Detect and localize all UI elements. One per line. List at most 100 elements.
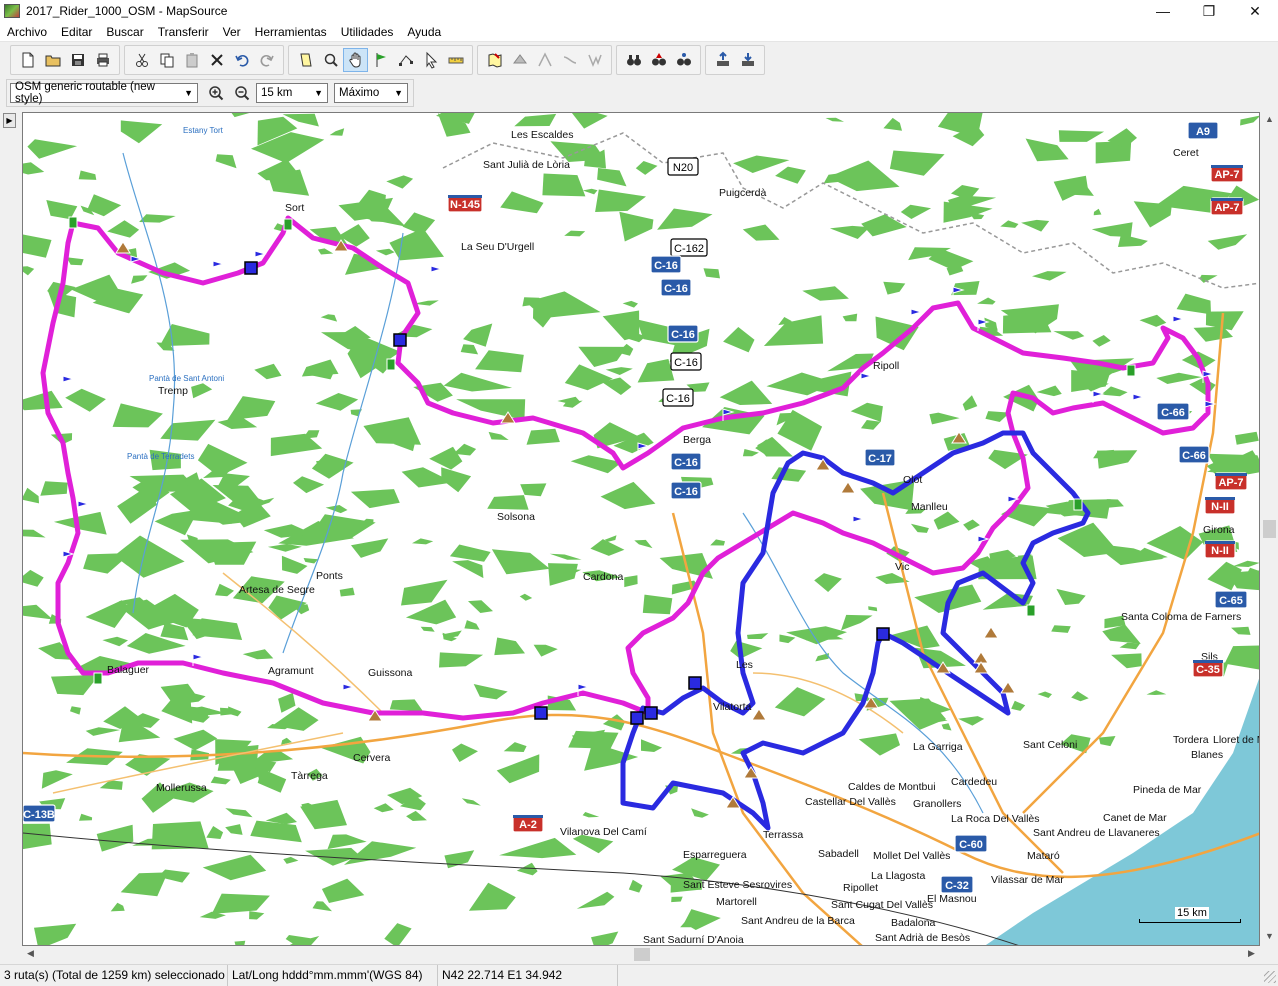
print-icon[interactable] xyxy=(90,48,115,72)
map-product-select[interactable]: OSM generic routable (new style) ▼ xyxy=(10,81,198,105)
scroll-right-icon[interactable]: ▶ xyxy=(1245,948,1258,961)
scroll-thumb[interactable] xyxy=(634,948,650,961)
forest-patch xyxy=(107,220,140,238)
place-label: Cardona xyxy=(583,571,623,583)
join-track-icon[interactable] xyxy=(557,48,582,72)
distance-ruler-icon[interactable] xyxy=(443,48,468,72)
road-shield: C-65 xyxy=(1214,590,1248,609)
expand-sidebar-icon[interactable]: ▶ xyxy=(3,113,16,128)
hand-pan-icon[interactable] xyxy=(343,48,368,72)
fuel-station-icon[interactable] xyxy=(68,216,78,229)
pointer-icon[interactable] xyxy=(418,48,443,72)
fuel-station-icon[interactable] xyxy=(1073,498,1083,511)
fuel-station-icon[interactable] xyxy=(93,672,103,685)
summit-icon[interactable] xyxy=(743,766,759,779)
menu-buscar[interactable]: Buscar xyxy=(99,22,150,42)
map-view[interactable]: Les Escaldes Sant Julià de Lòria Puigcerdà… xyxy=(22,112,1260,946)
erase-track-icon[interactable] xyxy=(507,48,532,72)
redo-icon[interactable] xyxy=(254,48,279,72)
map-canvas[interactable]: Les Escaldes Sant Julià de Lòria Puigcerdà… xyxy=(23,113,1260,946)
fuel-station-icon[interactable] xyxy=(1026,604,1036,617)
map-edit-icon[interactable] xyxy=(482,48,507,72)
menu-ayuda[interactable]: Ayuda xyxy=(400,22,448,42)
waypoint-flag-icon[interactable] xyxy=(430,265,443,278)
route-point-icon[interactable] xyxy=(644,706,658,720)
summit-icon[interactable] xyxy=(751,708,767,721)
place-label: Tàrrega xyxy=(291,770,328,782)
delete-icon[interactable] xyxy=(204,48,229,72)
fuel-station-icon[interactable] xyxy=(1126,364,1136,377)
route-tool-icon[interactable] xyxy=(393,48,418,72)
summit-icon[interactable] xyxy=(840,481,856,494)
scroll-left-icon[interactable]: ◀ xyxy=(24,948,37,961)
forest-patch xyxy=(41,770,73,789)
waypoint-flag-icon[interactable] xyxy=(342,683,355,696)
summit-icon[interactable] xyxy=(1000,681,1016,694)
divide-track-icon[interactable] xyxy=(532,48,557,72)
scroll-down-icon[interactable]: ▼ xyxy=(1263,931,1276,944)
zoom-out-icon[interactable] xyxy=(230,82,254,104)
minimize-button[interactable]: — xyxy=(1140,0,1186,22)
receive-from-device-icon[interactable] xyxy=(710,48,735,72)
place-label: Sant Andreu de Llavaneres xyxy=(1033,827,1160,839)
forest-patch xyxy=(533,644,558,657)
summit-icon[interactable] xyxy=(983,626,999,639)
vertical-scrollbar[interactable]: ▲ ▼ xyxy=(1261,112,1278,946)
route-point-icon[interactable] xyxy=(393,333,407,347)
waypoint-flag-icon[interactable] xyxy=(860,372,873,385)
waypoint-flag-icon[interactable] xyxy=(368,48,393,72)
summit-icon[interactable] xyxy=(115,241,131,254)
filter-track-icon[interactable] xyxy=(582,48,607,72)
forest-patch xyxy=(202,854,267,881)
send-to-device-icon[interactable] xyxy=(735,48,760,72)
find-binoculars-icon[interactable] xyxy=(621,48,646,72)
zoom-scale-select[interactable]: 15 km ▼ xyxy=(256,83,328,103)
menu-utilidades[interactable]: Utilidades xyxy=(334,22,401,42)
close-button[interactable]: ✕ xyxy=(1232,0,1278,22)
cut-icon[interactable] xyxy=(129,48,154,72)
forest-patch xyxy=(602,310,640,341)
route-point-icon[interactable] xyxy=(688,676,702,690)
place-label: El Masnou xyxy=(927,893,977,905)
find-nearest-icon[interactable] xyxy=(671,48,696,72)
save-icon[interactable] xyxy=(65,48,90,72)
resize-grip-icon[interactable] xyxy=(1264,971,1276,983)
waypoint-flag-icon[interactable] xyxy=(852,515,865,528)
waypoint-flag-icon[interactable] xyxy=(1132,393,1145,406)
place-label: Sant Sadurní D'Anoia xyxy=(643,934,744,946)
detail-level-select[interactable]: Máximo ▼ xyxy=(334,83,408,103)
menu-editar[interactable]: Editar xyxy=(54,22,99,42)
forest-patch xyxy=(102,636,128,647)
waypoint-flag-icon[interactable] xyxy=(77,500,90,513)
menu-ver[interactable]: Ver xyxy=(216,22,248,42)
zoom-tool-icon[interactable] xyxy=(318,48,343,72)
open-folder-icon[interactable] xyxy=(40,48,65,72)
place-label: Caldes de Montbui xyxy=(848,781,936,793)
route-point-icon[interactable] xyxy=(630,711,644,725)
horizontal-scrollbar[interactable]: ◀ ▶ xyxy=(22,946,1260,963)
new-file-icon[interactable] xyxy=(15,48,40,72)
route-point-icon[interactable] xyxy=(244,261,258,275)
fuel-station-icon[interactable] xyxy=(386,358,396,371)
copy-icon[interactable] xyxy=(154,48,179,72)
zoom-in-icon[interactable] xyxy=(204,82,228,104)
menu-transferir[interactable]: Transferir xyxy=(151,22,216,42)
undo-icon[interactable] xyxy=(229,48,254,72)
waypoint-flag-icon[interactable] xyxy=(62,375,75,388)
route-point-icon[interactable] xyxy=(876,627,890,641)
route-point-icon[interactable] xyxy=(534,706,548,720)
forest-patch xyxy=(516,862,538,876)
waypoint-flag-icon[interactable] xyxy=(1172,315,1185,328)
maximize-button[interactable]: ❐ xyxy=(1186,0,1232,22)
scroll-up-icon[interactable]: ▲ xyxy=(1263,114,1276,127)
waypoint-flag-icon[interactable] xyxy=(212,260,225,273)
fuel-station-icon[interactable] xyxy=(283,218,293,231)
menu-archivo[interactable]: Archivo xyxy=(0,22,54,42)
select-map-icon[interactable] xyxy=(293,48,318,72)
menu-herramientas[interactable]: Herramientas xyxy=(248,22,334,42)
paste-icon[interactable] xyxy=(179,48,204,72)
find-places-icon[interactable] xyxy=(646,48,671,72)
forest-patch xyxy=(389,699,423,712)
forest-patch xyxy=(386,175,414,189)
scroll-thumb[interactable] xyxy=(1263,520,1276,538)
